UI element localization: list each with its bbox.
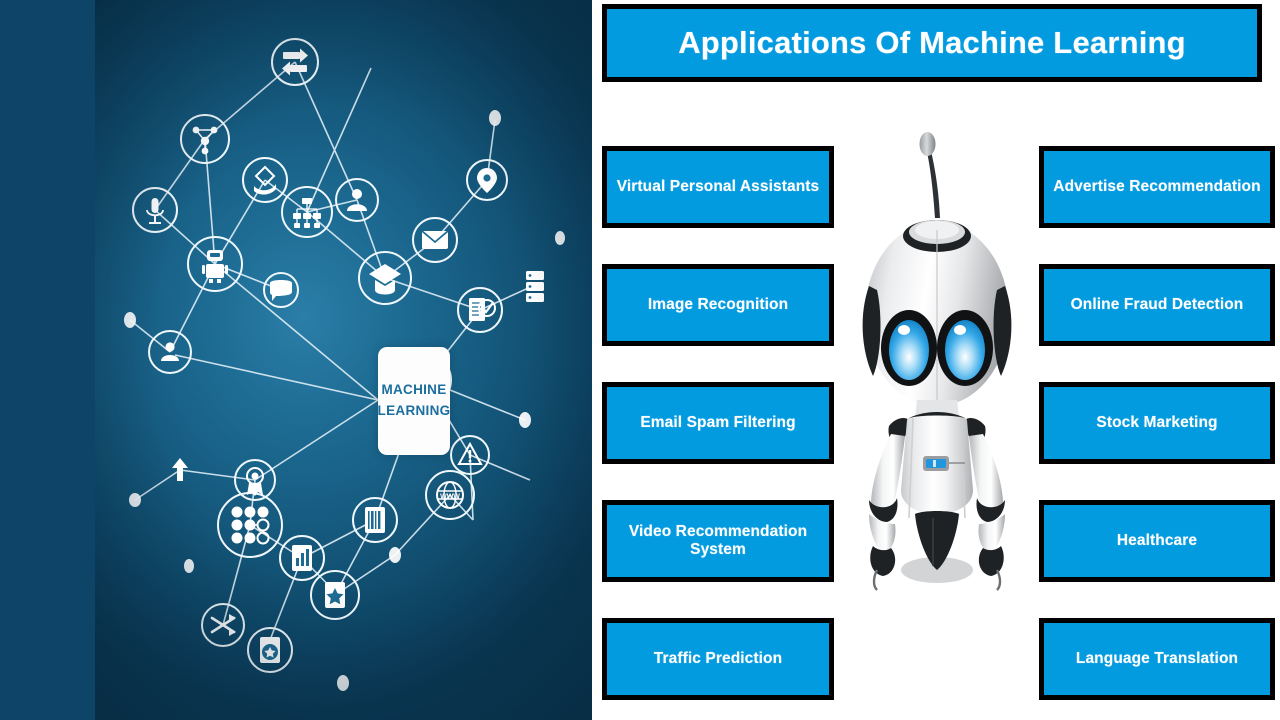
application-box-stock-marketing[interactable]: Stock Marketing — [1039, 382, 1275, 464]
application-label: Traffic Prediction — [653, 650, 783, 667]
application-label: Virtual Personal Assistants — [616, 178, 820, 195]
application-box-image-recognition[interactable]: Image Recognition — [602, 264, 834, 346]
application-box-healthcare[interactable]: Healthcare — [1039, 500, 1275, 582]
slide-root: WWW — [0, 0, 1280, 720]
application-box-online-fraud-detection[interactable]: Online Fraud Detection — [1039, 264, 1275, 346]
center-node-machine-learning: MACHINE LEARNING — [378, 347, 450, 455]
application-label: Video Recommendation System — [628, 523, 808, 558]
application-label: Image Recognition — [647, 296, 789, 313]
application-box-virtual-personal-assistants[interactable]: Virtual Personal Assistants — [602, 146, 834, 228]
application-label: Email Spam Filtering — [640, 414, 796, 431]
application-label: Advertise Recommendation — [1053, 178, 1261, 195]
application-box-advertise-recommendation[interactable]: Advertise Recommendation — [1039, 146, 1275, 228]
page-title: Applications Of Machine Learning — [602, 4, 1262, 82]
application-label: Healthcare — [1116, 532, 1198, 549]
application-label: Language Translation — [1075, 650, 1239, 667]
center-node-line-2: LEARNING — [377, 403, 451, 418]
page-title-text: Applications Of Machine Learning — [678, 25, 1186, 60]
left-panel: WWW — [0, 0, 592, 720]
robot-antenna — [919, 132, 940, 218]
application-box-email-spam-filtering[interactable]: Email Spam Filtering — [602, 382, 834, 464]
robot-illustration — [847, 118, 1027, 608]
robot-torso — [901, 415, 973, 519]
application-box-video-recommendation-system[interactable]: Video Recommendation System — [602, 500, 834, 582]
network-illustration: WWW — [95, 0, 592, 720]
background-vignette — [95, 0, 592, 720]
robot-graphic — [862, 132, 1012, 591]
application-box-traffic-prediction[interactable]: Traffic Prediction — [602, 618, 834, 700]
application-label: Online Fraud Detection — [1070, 296, 1244, 313]
right-panel: Applications Of Machine Learning Virtual… — [592, 0, 1280, 720]
application-box-language-translation[interactable]: Language Translation — [1039, 618, 1275, 700]
center-node-line-1: MACHINE — [381, 382, 447, 398]
application-label: Stock Marketing — [1096, 414, 1218, 431]
robot-head — [862, 220, 1012, 406]
